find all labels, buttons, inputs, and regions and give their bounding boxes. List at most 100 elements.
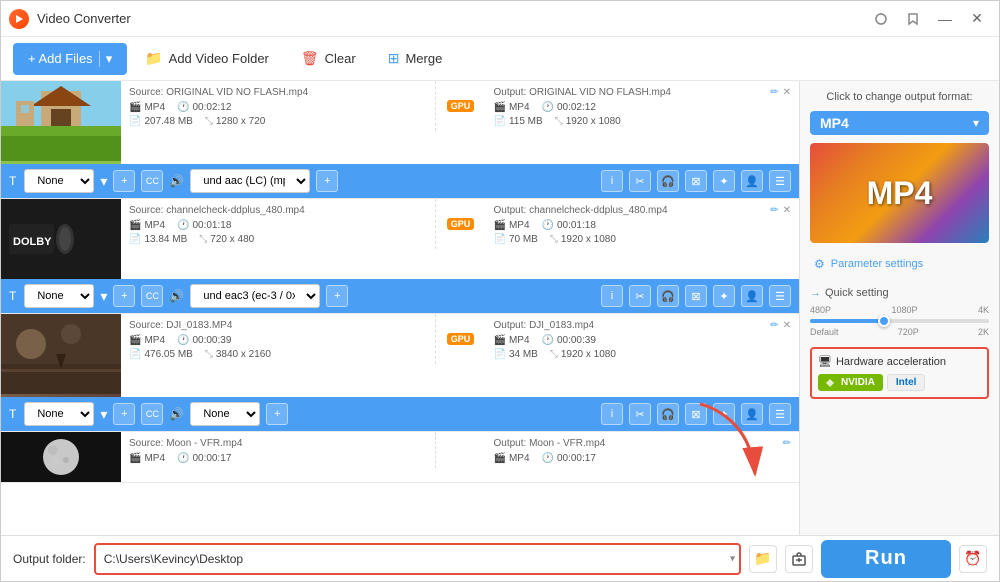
quality-slider-track[interactable]: [810, 319, 989, 323]
info-btn-3[interactable]: i: [601, 403, 623, 425]
file-details-1: Source: ORIGINAL VID NO FLASH.mp4 🎬 MP4 …: [121, 81, 799, 164]
file-details-2: Source: channelcheck-ddplus_480.mp4 🎬MP4…: [121, 199, 799, 279]
clock-3o: 🕐: [542, 335, 554, 346]
add-folder-button[interactable]: 📁 Add Video Folder: [131, 43, 283, 75]
subtitle-dropdown-1[interactable]: None: [24, 169, 94, 193]
edit-icon-1[interactable]: ✏: [770, 87, 778, 98]
resize-icon-2s: ⤡: [199, 234, 207, 245]
minimize-button[interactable]: —: [931, 5, 959, 33]
add-sub-btn-3[interactable]: +: [113, 403, 135, 425]
quality-slider-thumb[interactable]: [878, 315, 890, 327]
magic-btn-3[interactable]: ✦: [713, 403, 735, 425]
add-folder-label: Add Video Folder: [169, 51, 269, 66]
export-button[interactable]: [785, 545, 813, 573]
edit-icon-4[interactable]: ✏: [783, 438, 791, 449]
file-cols-2: Source: channelcheck-ddplus_480.mp4 🎬MP4…: [121, 199, 799, 249]
crop-btn-1[interactable]: ⊠: [685, 170, 707, 192]
file-cols-1: Source: ORIGINAL VID NO FLASH.mp4 🎬 MP4 …: [121, 81, 799, 131]
scissors-btn-1[interactable]: ✂: [629, 170, 651, 192]
add-subtitle-btn-1[interactable]: +: [113, 170, 135, 192]
add-sub-btn-2[interactable]: +: [113, 285, 135, 307]
subtitle-dropdown-2[interactable]: None: [24, 284, 94, 308]
close-icon-3[interactable]: ✕: [783, 320, 791, 331]
info-btn-2[interactable]: i: [601, 285, 623, 307]
source-label-4: Source: Moon - VFR.mp4: [129, 438, 427, 449]
output-duration-1: 🕐 00:02:12: [542, 102, 596, 113]
film-icon-2o: 🎬: [494, 220, 506, 231]
subtitle-edit-btn-1[interactable]: ☰: [769, 170, 791, 192]
source-label-2: Source: channelcheck-ddplus_480.mp4: [129, 205, 427, 216]
cc-btn-3[interactable]: CC: [141, 403, 163, 425]
file-item-3: Source: DJI_0183.MP4 🎬MP4 🕐00:00:39 📄476…: [1, 314, 799, 432]
edit-icon-3[interactable]: ✏: [770, 320, 778, 331]
divider-3: GPU: [436, 314, 486, 364]
nvidia-badge[interactable]: NVIDIA: [818, 374, 883, 391]
file-col-source-4: Source: Moon - VFR.mp4 🎬MP4 🕐00:00:17: [121, 432, 436, 468]
add-folder-icon: 📁: [145, 50, 162, 67]
output-folder-input[interactable]: [96, 545, 739, 573]
audio-dropdown-3[interactable]: None: [190, 402, 260, 426]
param-settings-button[interactable]: ⚙ Parameter settings: [810, 253, 989, 275]
bookmark-button[interactable]: [899, 5, 927, 33]
main-content: Source: ORIGINAL VID NO FLASH.mp4 🎬 MP4 …: [1, 81, 999, 535]
add-audio-btn-3[interactable]: +: [266, 403, 288, 425]
mp4-label: MP4: [867, 175, 933, 212]
add-audio-btn-2[interactable]: +: [326, 285, 348, 307]
add-files-button[interactable]: + Add Files ▾: [13, 43, 127, 75]
folder-open-button[interactable]: 📁: [749, 545, 777, 573]
close-icon-2[interactable]: ✕: [783, 205, 791, 216]
close-button[interactable]: ✕: [963, 5, 991, 33]
info-btn-1[interactable]: i: [601, 170, 623, 192]
resize-icon: ⤡: [205, 116, 213, 127]
clock-icon-2s: 🕐: [177, 220, 189, 231]
magic-btn-1[interactable]: ✦: [713, 170, 735, 192]
cc-btn-2[interactable]: CC: [141, 285, 163, 307]
merge-button[interactable]: ⊞ Merge: [374, 43, 457, 75]
magic-btn-2[interactable]: ✦: [713, 285, 735, 307]
gpu-badge-2: GPU: [447, 218, 475, 230]
clock-3s: 🕐: [177, 335, 189, 346]
headphone-btn-3[interactable]: 🎧: [657, 403, 679, 425]
resize-icon-2o: ⤡: [550, 234, 558, 245]
person-btn-1[interactable]: 👤: [741, 170, 763, 192]
headphone-btn-1[interactable]: 🎧: [657, 170, 679, 192]
scissors-btn-2[interactable]: ✂: [629, 285, 651, 307]
chevron-3: ▾: [100, 406, 107, 423]
file-info-row-4: Source: Moon - VFR.mp4 🎬MP4 🕐00:00:17: [1, 432, 799, 482]
output-format-label: Click to change output format:: [810, 91, 989, 103]
crop-btn-2[interactable]: ⊠: [685, 285, 707, 307]
file-col-source-2: Source: channelcheck-ddplus_480.mp4 🎬MP4…: [121, 199, 436, 249]
person-btn-3[interactable]: 👤: [741, 403, 763, 425]
alarm-button[interactable]: ⏰: [959, 545, 987, 573]
edit-icon-2[interactable]: ✏: [770, 205, 778, 216]
file-thumbnail-3: [1, 314, 121, 397]
file-thumbnail-1: [1, 81, 121, 164]
run-button[interactable]: Run: [821, 540, 951, 578]
chevron-1: ▾: [100, 173, 107, 190]
clear-button[interactable]: 🗑 Clear: [287, 43, 370, 75]
audio-dropdown-1[interactable]: und aac (LC) (mp4a: [190, 169, 310, 193]
person-btn-2[interactable]: 👤: [741, 285, 763, 307]
bottom-bar: Output folder: ▾ 📁 Run ⏰: [1, 535, 999, 581]
close-icon-1[interactable]: ✕: [783, 87, 791, 98]
pin-button[interactable]: [867, 5, 895, 33]
subtitle-dropdown-3[interactable]: None: [24, 402, 94, 426]
add-audio-btn-1[interactable]: +: [316, 170, 338, 192]
subtitle-edit-btn-3[interactable]: ☰: [769, 403, 791, 425]
file-item: Source: ORIGINAL VID NO FLASH.mp4 🎬 MP4 …: [1, 81, 799, 199]
scissors-btn-3[interactable]: ✂: [629, 403, 651, 425]
headphone-btn-2[interactable]: 🎧: [657, 285, 679, 307]
add-files-chevron[interactable]: ▾: [99, 51, 113, 67]
hw-logo-row: NVIDIA Intel: [818, 374, 981, 391]
subtitle-edit-btn-2[interactable]: ☰: [769, 285, 791, 307]
title-bar-right: — ✕: [867, 5, 991, 33]
crop-btn-3[interactable]: ⊠: [685, 403, 707, 425]
intel-badge[interactable]: Intel: [887, 374, 926, 391]
add-files-label: + Add Files: [28, 51, 93, 66]
merge-icon: ⊞: [388, 50, 400, 67]
audio-dropdown-2[interactable]: und eac3 (ec-3 / 0x3:: [190, 284, 320, 308]
format-selector[interactable]: MP4 ▾: [810, 111, 989, 135]
source-format-1: 🎬 MP4: [129, 102, 165, 113]
cc-btn-1[interactable]: CC: [141, 170, 163, 192]
folder-icon: 📁: [754, 550, 771, 567]
